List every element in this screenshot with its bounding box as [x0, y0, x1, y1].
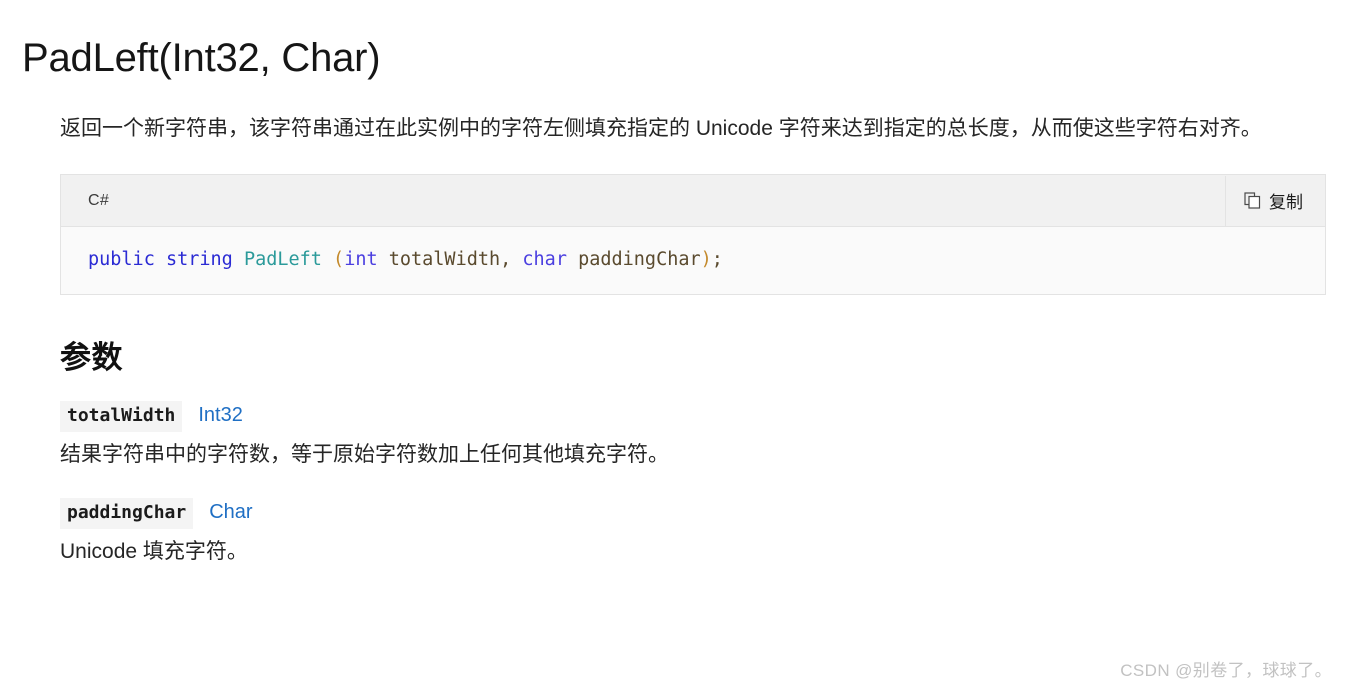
parameter-item: totalWidth Int32 结果字符串中的字符数，等于原始字符数加上任何其…: [60, 401, 1326, 472]
parameter-name-paddingchar: paddingChar: [60, 498, 194, 529]
page-title: PadLeft(Int32, Char): [22, 35, 381, 80]
code-token-open-paren: (: [333, 249, 345, 270]
code-token-public: public: [88, 249, 155, 270]
copy-code-button[interactable]: 复制: [1225, 175, 1325, 226]
code-line: public string PadLeft (int totalWidth, c…: [61, 246, 1325, 274]
parameter-description-totalwidth: 结果字符串中的字符数，等于原始字符数加上任何其他填充字符。: [60, 443, 669, 466]
code-token-char: char: [522, 249, 567, 270]
code-block-header: C# 复制: [61, 175, 1325, 227]
parameter-type-link-int32[interactable]: Int32: [198, 402, 242, 428]
copy-icon: [1244, 192, 1261, 209]
code-space-2: [233, 249, 244, 270]
summary-paragraph: 返回一个新字符串，该字符串通过在此实例中的字符左侧填充指定的 Unicode 字…: [60, 117, 1262, 140]
code-token-int: int: [344, 249, 378, 270]
parameters-heading: 参数: [60, 340, 123, 375]
copy-button-label: 复制: [1269, 193, 1303, 212]
code-block: C# 复制 public string PadLeft (int totalWi…: [60, 174, 1326, 295]
code-token-method-name: PadLeft: [243, 249, 322, 270]
code-space-1: [155, 249, 166, 270]
article-content: 返回一个新字符串，该字符串通过在此实例中的字符左侧填充指定的 Unicode 字…: [60, 110, 1326, 569]
code-token-totalwidth: totalWidth,: [377, 249, 523, 270]
parameter-header: totalWidth Int32: [60, 401, 1326, 432]
code-token-close-paren: ): [700, 249, 712, 270]
code-token-semicolon: ;: [711, 249, 723, 270]
parameter-description-paddingchar: Unicode 填充字符。: [60, 540, 248, 563]
code-block-body[interactable]: public string PadLeft (int totalWidth, c…: [61, 227, 1325, 294]
code-token-string: string: [165, 249, 233, 270]
parameter-type-link-char[interactable]: Char: [209, 499, 252, 525]
code-space-3: [322, 249, 333, 270]
parameter-item: paddingChar Char Unicode 填充字符。: [60, 498, 1326, 569]
parameter-name-totalwidth: totalWidth: [60, 401, 183, 432]
code-token-paddingchar: paddingChar: [566, 249, 701, 270]
code-language-label: C#: [88, 191, 110, 209]
csdn-watermark: CSDN @别卷了，球球了。: [1120, 661, 1332, 680]
parameter-header: paddingChar Char: [60, 498, 1326, 529]
